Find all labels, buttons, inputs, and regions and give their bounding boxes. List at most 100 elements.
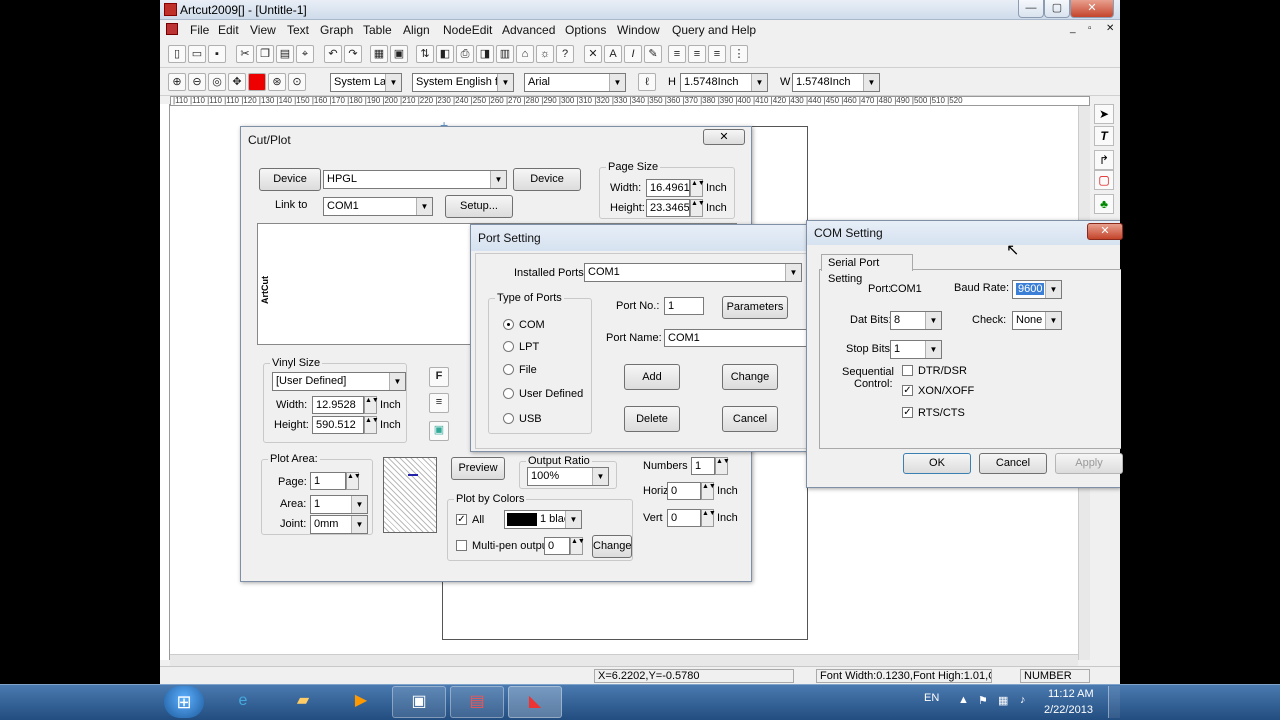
new-icon[interactable]: ▯ (168, 45, 186, 63)
tray-arrow-icon[interactable]: ▲ (958, 694, 969, 706)
numbers-input[interactable]: 1 (691, 457, 715, 475)
zoom-fit-icon[interactable]: ⊙ (288, 73, 306, 91)
page-height-input[interactable]: 23.3465 (646, 199, 690, 217)
page-width-input[interactable]: 16.4961 (646, 179, 690, 197)
minimize-button[interactable]: — (1018, 0, 1044, 18)
area-select[interactable]: 1 ▼ (310, 495, 368, 514)
spinner-icon[interactable]: ▲▼ (701, 482, 716, 500)
vinyl-width-input[interactable]: 12.9528 (312, 396, 364, 414)
port-no-input[interactable]: 1 (664, 297, 704, 315)
spinner-icon[interactable]: ▲▼ (570, 537, 585, 555)
mirror-icon[interactable]: F (429, 367, 449, 387)
redo-icon[interactable]: ↷ (344, 45, 362, 63)
lpt-radio[interactable] (503, 341, 514, 352)
xon-checkbox[interactable]: ✓ (902, 385, 913, 396)
help-icon[interactable]: ? (556, 45, 574, 63)
preview-button[interactable]: Preview (451, 457, 505, 480)
data-bits-select[interactable]: 8 ▼ (890, 311, 942, 330)
zoom-out-icon[interactable]: ⊖ (188, 73, 206, 91)
menu-text[interactable]: Text (287, 23, 309, 37)
spinner-icon[interactable]: ▲▼ (690, 179, 705, 197)
text-tool-icon[interactable]: T (1094, 126, 1114, 146)
joint-select[interactable]: 0mm ▼ (310, 515, 368, 534)
output-ratio-select[interactable]: 100% ▼ (527, 467, 609, 486)
internet-explorer-icon[interactable]: e (216, 686, 270, 718)
sort-icon[interactable]: ⇅ (416, 45, 434, 63)
volume-icon[interactable]: ♪ (1020, 694, 1026, 706)
font-style-icon[interactable]: ℓ (638, 73, 656, 91)
zoom-in-icon[interactable]: ⊕ (168, 73, 186, 91)
port-name-input[interactable]: COM1 (664, 329, 808, 347)
multipen-input[interactable]: 0 (544, 537, 570, 555)
baud-rate-select[interactable]: 9600 ▼ (1012, 280, 1062, 299)
media-player-icon[interactable]: ▶ (334, 686, 388, 718)
dtr-checkbox[interactable] (902, 365, 913, 376)
text-a-icon[interactable]: A (604, 45, 622, 63)
menu-options[interactable]: Options (565, 23, 606, 37)
align-center-icon[interactable]: ≡ (688, 45, 706, 63)
apply-button[interactable]: Apply (1055, 453, 1123, 474)
horiz-input[interactable]: 0 (667, 482, 701, 500)
taskbar-app-2-icon[interactable]: ▤ (450, 686, 504, 718)
preview-icon[interactable]: ◨ (476, 45, 494, 63)
menu-query-help[interactable]: Query and Help (672, 23, 756, 37)
plot-icon[interactable]: ⌂ (516, 45, 534, 63)
artcut-taskbar-icon[interactable]: ◣ (508, 686, 562, 718)
com-close-button[interactable]: ✕ (1087, 223, 1123, 240)
save-icon[interactable]: ▪ (208, 45, 226, 63)
menu-graph[interactable]: Graph (320, 23, 353, 37)
menu-table[interactable]: Table (363, 23, 392, 37)
align-icon[interactable]: ≡ (429, 393, 449, 413)
color-select[interactable]: 1 blac ▼ (504, 510, 582, 529)
stop-bits-select[interactable]: 1 ▼ (890, 340, 942, 359)
cut-icon[interactable]: ✂ (236, 45, 254, 63)
change-button[interactable]: Change (722, 364, 778, 390)
mdi-close-button[interactable]: ✕ (1106, 23, 1114, 34)
file-radio[interactable] (503, 364, 514, 375)
barcode-icon[interactable]: ▥ (496, 45, 514, 63)
menu-nodeedit[interactable]: NodeEdit (443, 23, 492, 37)
image-fill-icon[interactable]: ▣ (429, 421, 449, 441)
all-checkbox[interactable]: ✓ (456, 514, 467, 525)
zoom-page-icon[interactable]: ◧ (436, 45, 454, 63)
user-defined-radio[interactable] (503, 388, 514, 399)
spinner-icon[interactable]: ▲▼ (690, 199, 705, 217)
clock-time[interactable]: 11:12 AM (1048, 688, 1094, 700)
page-input[interactable]: 1 (310, 472, 346, 490)
pointer-icon[interactable]: ➤ (1094, 104, 1114, 124)
undo-icon[interactable]: ↶ (324, 45, 342, 63)
zoom-select-icon[interactable]: ◎ (208, 73, 226, 91)
paste-icon[interactable]: ▤ (276, 45, 294, 63)
setup-button[interactable]: Setup... (445, 195, 513, 218)
vinyl-size-select[interactable]: [User Defined] ▼ (272, 372, 406, 391)
rectangle-icon[interactable]: ▢ (1094, 170, 1114, 190)
language-select-1[interactable]: System Lar ▼ (330, 73, 402, 92)
show-desktop-button[interactable] (1108, 686, 1120, 718)
delete-button[interactable]: Delete (624, 406, 680, 432)
cut-plot-close-button[interactable]: ✕ (703, 129, 745, 145)
language-select-2[interactable]: System English fo ▼ (412, 73, 514, 92)
vert-input[interactable]: 0 (667, 509, 701, 527)
com-radio[interactable] (503, 319, 514, 330)
start-button[interactable]: ⊞ (164, 686, 204, 718)
mdi-restore-button[interactable]: ▫ (1088, 23, 1092, 34)
usb-radio[interactable] (503, 413, 514, 424)
com-cancel-button[interactable]: Cancel (979, 453, 1047, 474)
spinner-icon[interactable]: ▲▼ (346, 472, 361, 490)
vinyl-height-input[interactable]: 590.512 (312, 416, 364, 434)
folder-icon[interactable]: ▰ (276, 686, 330, 718)
check-select[interactable]: None ▼ (1012, 311, 1062, 330)
mdi-minimize-button[interactable]: _ (1070, 23, 1076, 34)
menu-edit[interactable]: Edit (218, 23, 239, 37)
flag-icon[interactable]: ⚑ (978, 694, 988, 707)
node-edit-icon[interactable]: ↱ (1094, 150, 1114, 170)
weld-icon[interactable]: ✕ (584, 45, 602, 63)
spinner-icon[interactable]: ▲▼ (715, 457, 730, 475)
copy-icon[interactable]: ❐ (256, 45, 274, 63)
horizontal-scrollbar[interactable] (170, 654, 1078, 666)
device-button-2[interactable]: Device (513, 168, 581, 191)
installed-ports-select[interactable]: COM1 ▼ (584, 263, 802, 282)
select-icon[interactable]: ⌖ (296, 45, 314, 63)
zoom-all-icon[interactable]: ⊛ (268, 73, 286, 91)
menu-view[interactable]: View (250, 23, 276, 37)
